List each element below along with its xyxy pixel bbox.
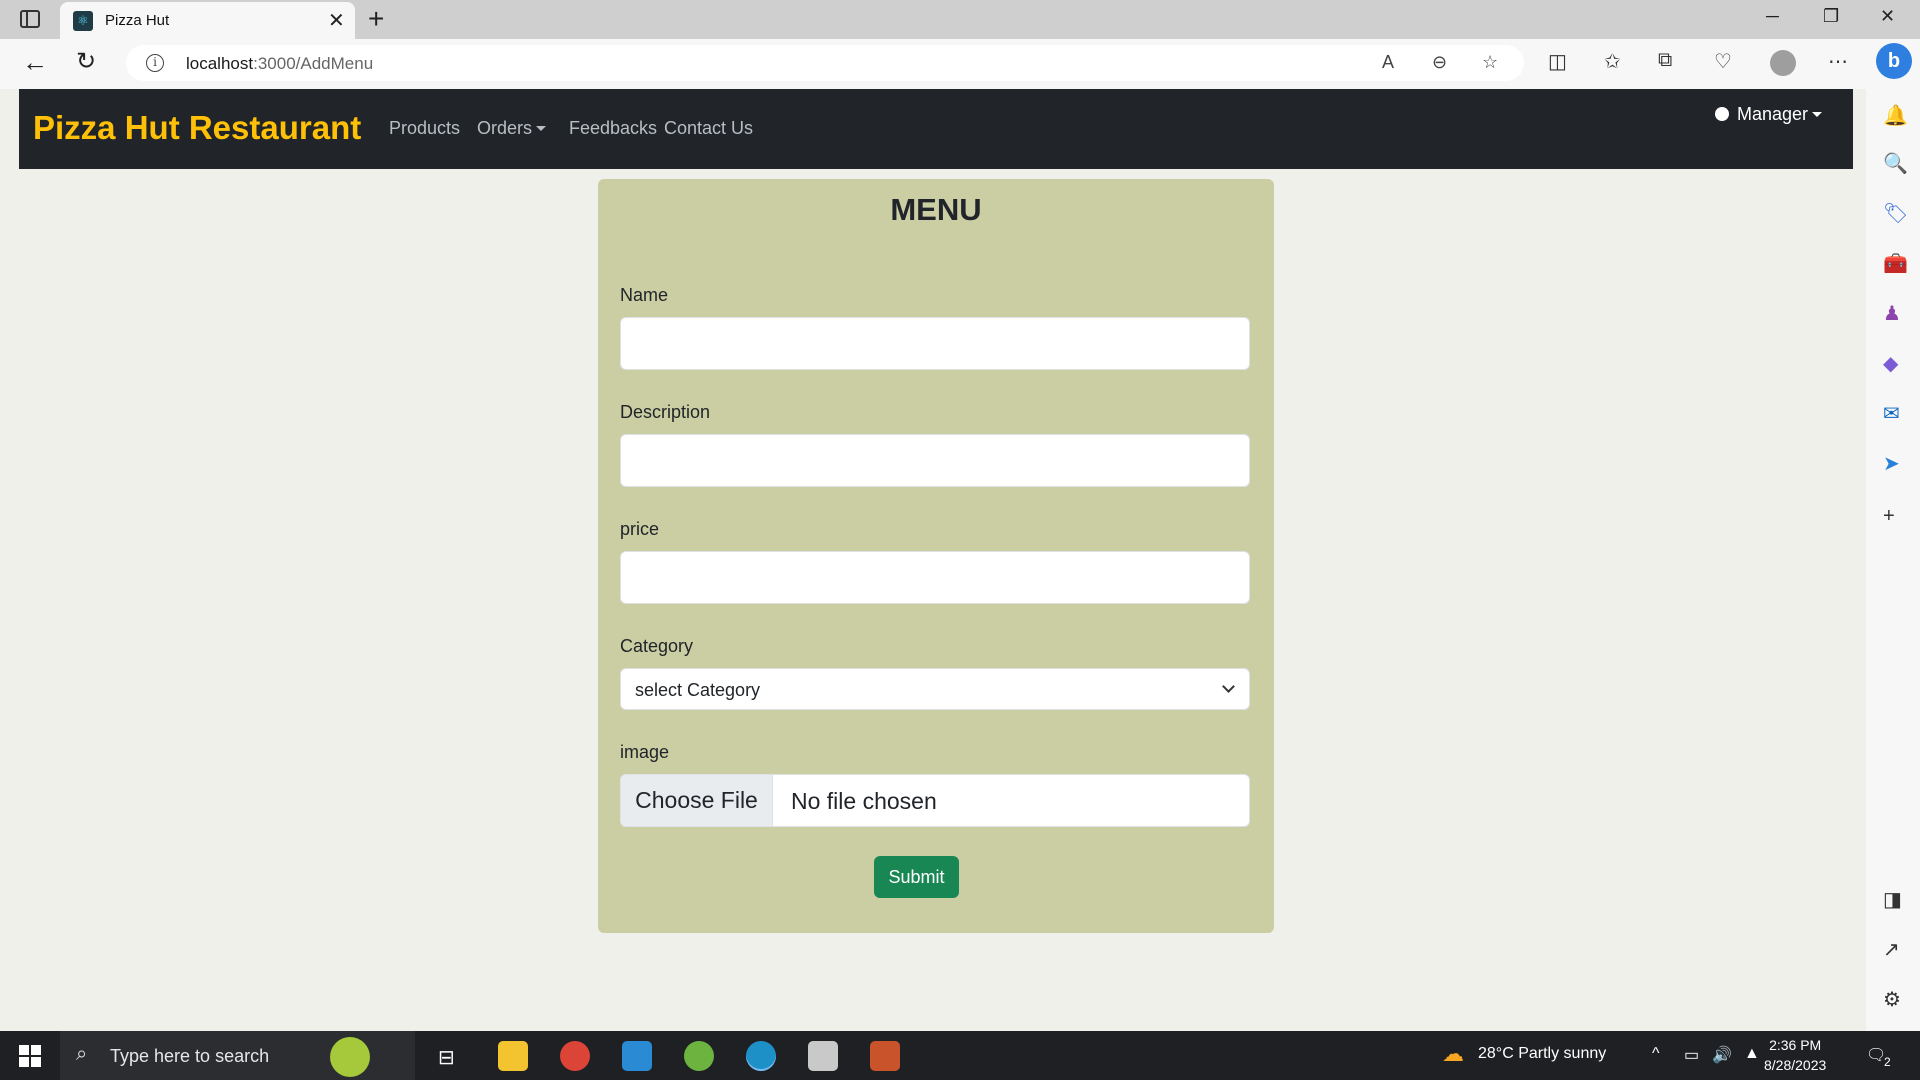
nav-contact-us[interactable]: Contact Us [664, 118, 753, 139]
nav-orders[interactable]: Orders [477, 118, 547, 139]
clock-time: 2:36 PM [1769, 1037, 1822, 1053]
search-icon[interactable]: 🔍 [1883, 151, 1908, 176]
image-file-input[interactable]: Choose File No file chosen [620, 774, 1250, 827]
address-bar[interactable]: i localhost:3000/AddMenu A ⊖ ☆ [126, 45, 1524, 81]
volume-icon[interactable]: 🔊 [1712, 1045, 1732, 1065]
collections-icon[interactable]: ⧉ [1658, 49, 1672, 72]
sidebar-settings-icon[interactable]: ⚙ [1883, 987, 1901, 1012]
back-icon[interactable]: ← [22, 47, 48, 78]
outlook-icon[interactable]: ✉ [1883, 401, 1900, 426]
taskbar-search-placeholder: Type here to search [110, 1046, 270, 1066]
drop-icon[interactable]: ➤ [1883, 451, 1900, 476]
description-input[interactable] [620, 434, 1250, 487]
chevron-down-icon [1222, 680, 1235, 693]
games-icon[interactable]: ♟ [1883, 301, 1901, 326]
tab-title: Pizza Hut [105, 12, 170, 29]
form-title: MENU [890, 192, 982, 227]
settings-app-icon[interactable] [808, 1041, 838, 1071]
url-text[interactable]: localhost:3000/AddMenu [186, 54, 373, 74]
vscode-icon[interactable] [622, 1041, 652, 1071]
weather-text[interactable]: 28°C Partly sunny [1478, 1045, 1606, 1063]
bell-icon[interactable]: 🔔 [1883, 103, 1908, 128]
tools-icon[interactable]: 🧰 [1883, 251, 1908, 276]
name-input[interactable] [620, 317, 1250, 370]
caret-down-icon [536, 126, 547, 131]
new-tab-icon[interactable]: + [368, 3, 384, 35]
category-selected-value: select Category [635, 680, 761, 700]
minimize-icon[interactable]: ─ [1766, 6, 1779, 27]
name-label: Name [620, 285, 669, 305]
add-menu-form: MENU Name Description price Category sel… [598, 179, 1274, 933]
taskbar-clock[interactable]: 2:36 PM 8/28/2023 [1764, 1035, 1826, 1075]
search-icon: ⌕ [76, 1043, 88, 1065]
more-options-icon[interactable]: ⋯ [1828, 49, 1848, 74]
price-input[interactable] [620, 551, 1250, 604]
notification-count: 2 [1884, 1055, 1891, 1069]
browser-essentials-icon[interactable]: ♡ [1714, 49, 1732, 74]
category-select[interactable]: select Category [620, 668, 1250, 710]
edge-icon[interactable] [746, 1041, 776, 1071]
office-icon[interactable]: ◆ [1883, 351, 1898, 376]
zoom-out-icon[interactable]: ⊖ [1432, 52, 1447, 73]
user-menu-dropdown[interactable]: Manager [1715, 104, 1823, 125]
image-label: image [620, 742, 670, 762]
window-close-icon[interactable]: ✕ [1880, 6, 1895, 27]
battery-icon[interactable]: ▭ [1684, 1045, 1699, 1065]
windows-taskbar: ⌕ Type here to search ⊟ ☁ 28°C Partly su… [0, 1031, 1920, 1080]
favorites-icon[interactable]: ✩ [1604, 49, 1621, 74]
hide-sidebar-icon[interactable]: ◨ [1883, 887, 1902, 912]
tab-actions-icon[interactable] [20, 10, 40, 28]
page-viewport: Pizza Hut Restaurant Products Orders Fee… [6, 89, 1866, 1031]
weather-icon[interactable]: ☁ [1442, 1041, 1464, 1067]
price-label: price [620, 519, 660, 539]
shopping-tag-icon[interactable]: 🏷 [1883, 201, 1908, 226]
spring-tool-icon[interactable] [684, 1041, 714, 1071]
site-navbar: Pizza Hut Restaurant Products Orders Fee… [19, 89, 1853, 169]
submit-button[interactable]: Submit [874, 856, 959, 898]
caret-down-icon [1812, 112, 1823, 117]
restore-icon[interactable]: ❐ [1823, 6, 1839, 27]
search-highlight-icon [330, 1037, 370, 1077]
tray-chevron-icon[interactable]: ^ [1652, 1045, 1660, 1063]
task-view-icon[interactable]: ⊟ [438, 1045, 455, 1070]
nav-feedbacks[interactable]: Feedbacks [569, 118, 657, 139]
chrome-icon[interactable] [560, 1041, 590, 1071]
clock-date: 8/28/2023 [1764, 1057, 1827, 1073]
brand-logo[interactable]: Pizza Hut Restaurant [33, 109, 361, 147]
choose-file-button[interactable]: Choose File [621, 775, 773, 826]
category-label: Category [620, 636, 694, 656]
favorite-star-icon[interactable]: ☆ [1482, 52, 1498, 73]
browser-tabstrip: ⚛ Pizza Hut ✕ + ─ ❐ ✕ [0, 0, 1920, 39]
nav-products[interactable]: Products [389, 118, 460, 139]
refresh-icon[interactable]: ↻ [76, 47, 96, 76]
description-label: Description [620, 402, 711, 422]
taskbar-search[interactable]: ⌕ Type here to search [60, 1031, 415, 1080]
site-info-icon[interactable]: i [146, 54, 164, 72]
powerpoint-icon[interactable] [870, 1041, 900, 1071]
network-icon[interactable]: ▲ [1744, 1045, 1760, 1063]
address-bar-row: ← ↻ i localhost:3000/AddMenu A ⊖ ☆ ◫ ✩ ⧉… [0, 39, 1920, 89]
close-tab-icon[interactable]: ✕ [328, 8, 345, 33]
windows-start-icon[interactable] [19, 1045, 41, 1067]
user-icon [1715, 107, 1729, 121]
edge-sidebar: b 🔔 🔍 🏷 🧰 ♟ ◆ ✉ ➤ + ◨ ↗ ⚙ [1866, 39, 1920, 1031]
split-screen-icon[interactable]: ◫ [1548, 49, 1567, 74]
browser-tab[interactable]: ⚛ Pizza Hut ✕ [60, 2, 355, 39]
read-aloud-icon[interactable]: A [1382, 52, 1394, 73]
file-explorer-icon[interactable] [498, 1041, 528, 1071]
open-external-icon[interactable]: ↗ [1883, 937, 1900, 962]
bing-chat-icon[interactable]: b [1876, 43, 1912, 79]
add-sidebar-app-icon[interactable]: + [1883, 505, 1895, 528]
react-favicon-icon: ⚛ [73, 11, 93, 31]
profile-avatar[interactable] [1770, 50, 1796, 76]
file-status-text: No file chosen [791, 788, 937, 814]
